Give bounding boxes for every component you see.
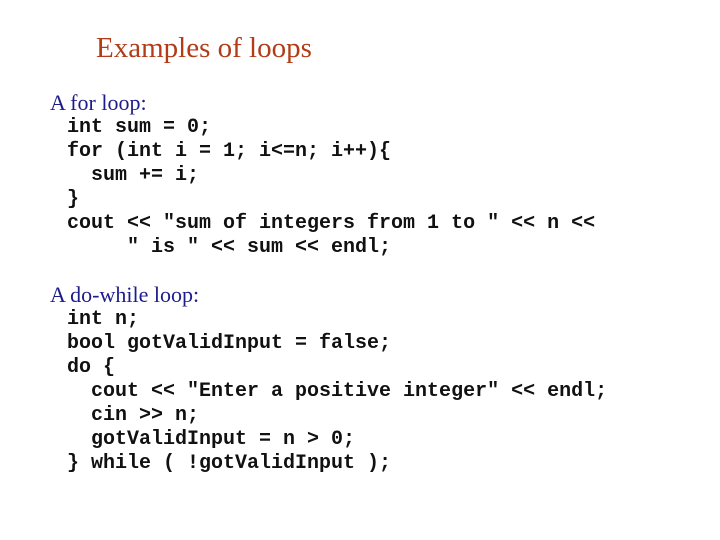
code-line: } [67, 188, 80, 211]
do-while-loop-heading: A do-while loop: [50, 282, 200, 307]
code-line: cout << "Enter a positive integer" << en… [67, 380, 608, 403]
code-line: do { [67, 356, 116, 379]
code-line: cout << "sum of integers from 1 to " << … [67, 212, 596, 235]
code-line: " is " << sum << endl; [67, 236, 392, 259]
code-line: int n; [67, 308, 140, 331]
code-line: for (int i = 1; i<=n; i++){ [67, 140, 392, 163]
code-line: cin >> n; [67, 404, 200, 427]
slide-title: Examples of loops [96, 32, 312, 64]
code-line: bool gotValidInput = false; [67, 332, 392, 355]
code-line: gotValidInput = n > 0; [67, 428, 356, 451]
code-line: } while ( !gotValidInput ); [67, 452, 392, 475]
do-while-loop-code-block: int n; bool gotValidInput = false; do { … [67, 308, 607, 476]
code-line: int sum = 0; [67, 116, 212, 139]
for-loop-code-block: int sum = 0; for (int i = 1; i<=n; i++){… [67, 116, 595, 260]
for-loop-heading: A for loop: [50, 90, 147, 115]
code-line: sum += i; [67, 164, 200, 187]
